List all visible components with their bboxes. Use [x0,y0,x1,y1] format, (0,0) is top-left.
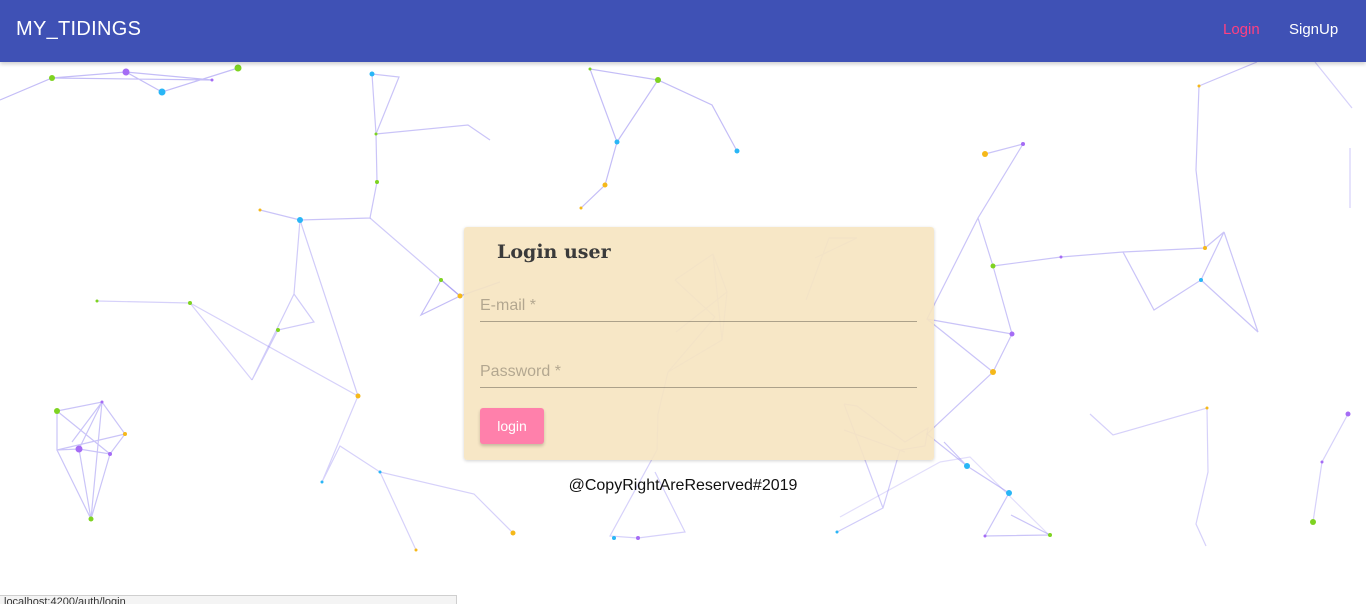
nav-signup-link[interactable]: SignUp [1289,21,1338,38]
copyright-text: @CopyRightAreReserved#2019 [568,477,798,494]
nav-login-link[interactable]: Login [1223,21,1260,38]
page: MY_TIDINGS Login SignUp Login user E-mai… [0,0,1366,604]
login-card-title: Login user [497,241,611,263]
login-button[interactable]: login [480,408,544,444]
top-navbar: MY_TIDINGS Login SignUp [0,0,1366,62]
browser-status-bar: localhost:4200/auth/login [0,595,457,604]
password-field[interactable] [480,357,917,388]
login-card: Login user login [464,227,934,460]
brand-title[interactable]: MY_TIDINGS [16,18,141,41]
email-field[interactable] [480,291,917,322]
